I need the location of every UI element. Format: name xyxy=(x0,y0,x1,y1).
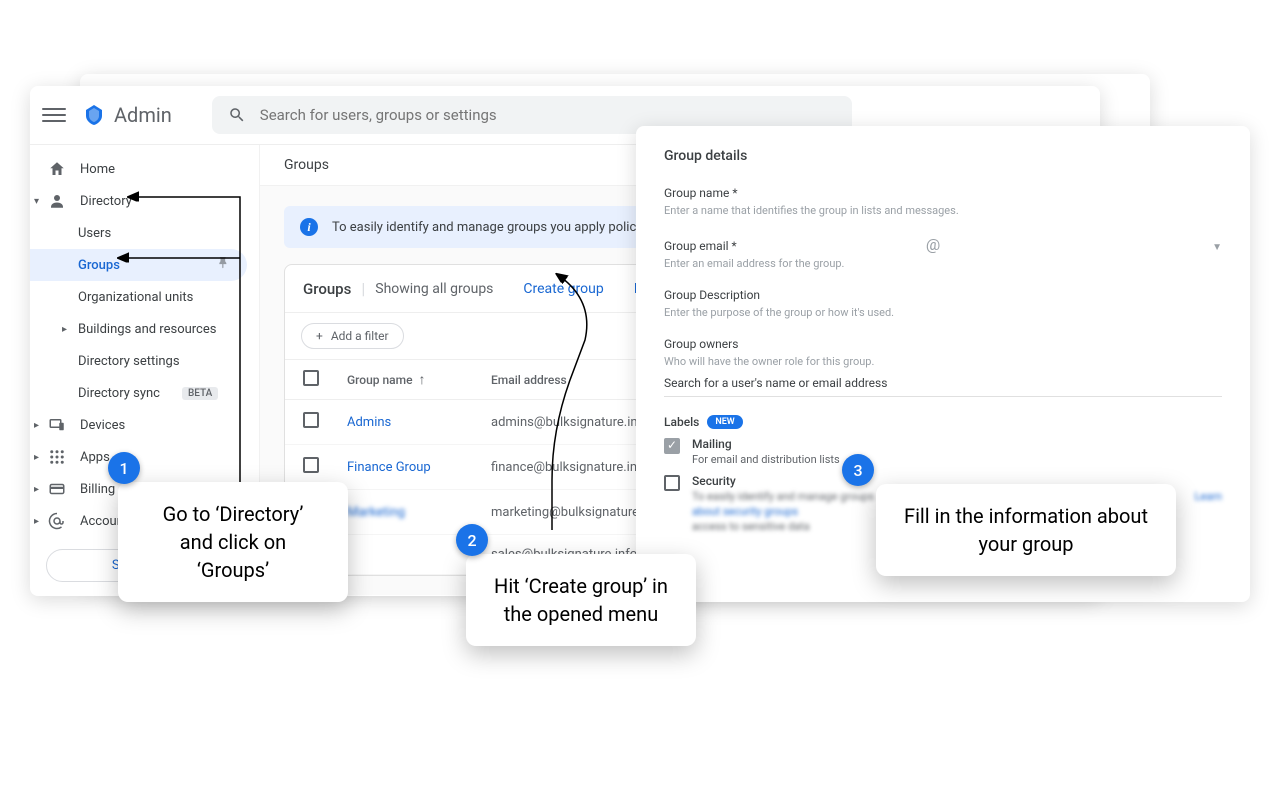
group-name-link[interactable]: Admins xyxy=(347,415,467,430)
group-name-link[interactable]: Finance Group xyxy=(347,460,467,475)
group-owners-hint: Who will have the owner role for this gr… xyxy=(664,355,1222,368)
search-input[interactable] xyxy=(260,106,836,124)
mailing-checkbox[interactable] xyxy=(664,438,680,454)
add-filter-chip[interactable]: + Add a filter xyxy=(301,323,404,349)
sidebar-item-apps[interactable]: ▸ Apps xyxy=(30,441,259,473)
group-email-hint: Enter an email address for the group. xyxy=(664,257,1222,270)
admin-logo-icon xyxy=(82,103,106,127)
security-checkbox[interactable] xyxy=(664,475,680,491)
learn-link[interactable]: Learn xyxy=(1194,490,1222,503)
sidebar-item-home[interactable]: Home xyxy=(30,153,259,185)
label-option-mailing[interactable]: Mailing For email and distribution lists xyxy=(664,437,1222,466)
group-email: finance@bulksignature.info xyxy=(491,460,649,475)
beta-badge: BETA xyxy=(182,387,218,400)
sidebar-item-org-units[interactable]: Organizational units xyxy=(30,281,259,313)
person-icon xyxy=(48,192,66,210)
chevron-right-icon: ▸ xyxy=(34,452,44,463)
details-title: Group details xyxy=(664,148,1222,164)
callout-1: Go to ‘Directory’ and click on ‘Groups’ xyxy=(118,482,348,602)
sidebar-item-devices[interactable]: ▸ Devices xyxy=(30,409,259,441)
group-desc-hint: Enter the purpose of the group or how it… xyxy=(664,306,1222,319)
callout-3: Fill in the information about your group xyxy=(876,484,1176,576)
labels-label: Labels xyxy=(664,415,699,429)
select-all-checkbox[interactable] xyxy=(303,370,319,386)
step-badge-1: 1 xyxy=(108,452,140,484)
group-email: admins@bulksignature.info xyxy=(491,415,649,430)
logo: Admin xyxy=(82,103,172,127)
card-title: Groups xyxy=(303,280,351,298)
group-email-label: Group email * xyxy=(664,239,912,253)
chevron-right-icon: ▸ xyxy=(34,484,44,495)
column-group-name[interactable]: Group name↑ xyxy=(347,371,467,388)
chevron-right-icon: ▸ xyxy=(34,516,44,527)
chevron-right-icon: ▸ xyxy=(62,324,72,335)
row-checkbox[interactable] xyxy=(303,457,319,473)
callout-2: Hit ‘Create group’ in the opened menu xyxy=(466,554,696,646)
at-icon xyxy=(48,512,66,530)
sort-asc-icon: ↑ xyxy=(419,371,426,388)
group-owners-label: Group owners xyxy=(664,337,1222,351)
group-name-hint: Enter a name that identifies the group i… xyxy=(664,204,1222,217)
pin-icon[interactable] xyxy=(217,256,231,274)
group-name-label: Group name * xyxy=(664,186,1222,200)
sidebar-item-buildings[interactable]: ▸Buildings and resources xyxy=(30,313,259,345)
info-icon: i xyxy=(300,218,318,236)
owners-search-input[interactable]: Search for a user's name or email addres… xyxy=(664,376,1222,397)
at-symbol: @ xyxy=(926,235,940,254)
apps-icon xyxy=(48,448,66,466)
group-desc-label: Group Description xyxy=(664,288,1222,302)
billing-icon xyxy=(48,480,66,498)
sidebar-item-groups[interactable]: Groups xyxy=(30,249,247,281)
home-icon xyxy=(48,160,66,178)
hamburger-menu-icon[interactable] xyxy=(42,103,66,127)
chevron-down-icon: ▾ xyxy=(34,196,44,207)
row-checkbox[interactable] xyxy=(303,412,319,428)
step-badge-2: 2 xyxy=(456,524,488,556)
chevron-right-icon: ▸ xyxy=(34,420,44,431)
new-badge: NEW xyxy=(707,415,742,429)
sidebar-item-dir-sync[interactable]: Directory syncBETA xyxy=(30,377,259,409)
plus-icon: + xyxy=(316,329,323,343)
group-name-link[interactable]: Marketing xyxy=(347,505,467,520)
search-icon xyxy=(228,106,246,124)
step-badge-3: 3 xyxy=(842,454,874,486)
card-subtitle: Showing all groups xyxy=(375,281,493,297)
sidebar-item-users[interactable]: Users xyxy=(30,217,259,249)
sidebar-item-directory[interactable]: ▾ Directory xyxy=(30,185,259,217)
app-name: Admin xyxy=(114,103,172,127)
chevron-down-icon[interactable]: ▼ xyxy=(1212,242,1222,253)
sidebar-item-dir-settings[interactable]: Directory settings xyxy=(30,345,259,377)
devices-icon xyxy=(48,416,66,434)
create-group-link[interactable]: Create group xyxy=(523,281,603,297)
